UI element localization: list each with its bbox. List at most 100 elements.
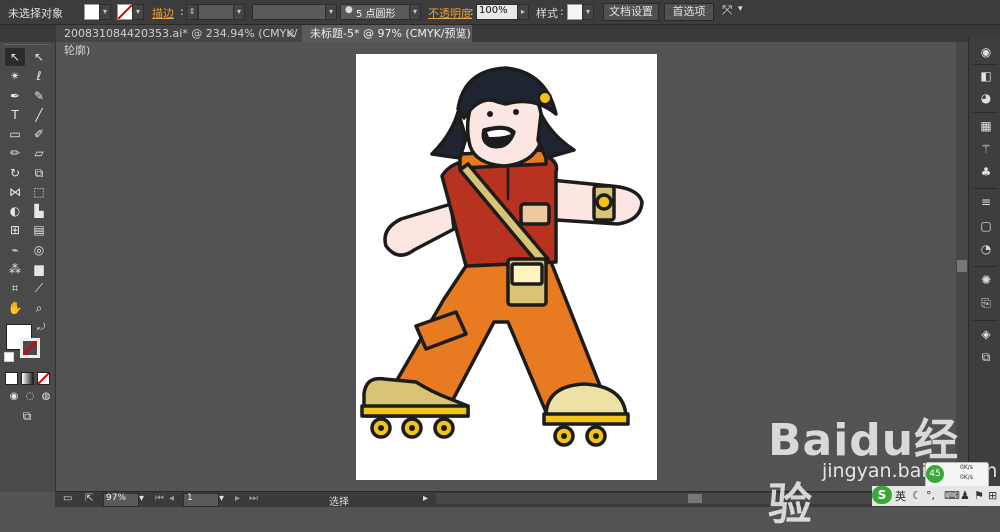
transform-icon[interactable]: ⤧: [722, 3, 732, 18]
fill-swatch[interactable]: [84, 4, 100, 20]
chevron-down-icon[interactable]: ▾: [409, 4, 421, 20]
brush-select[interactable]: ● 5 点圆形: [340, 4, 410, 20]
tab-document-1[interactable]: 2008310844203​53.ai* @ 234.94% (CMYK/轮廓)…: [56, 25, 302, 57]
opacity-field[interactable]: 100%: [476, 4, 518, 20]
graphic-styles-icon[interactable]: ✺: [978, 272, 994, 288]
perspective-grid-tool-icon[interactable]: ▙: [29, 202, 49, 220]
last-page-icon[interactable]: ⏭: [249, 493, 258, 504]
lasso-tool-icon[interactable]: ℓ: [29, 67, 49, 85]
doc-setup-button[interactable]: 文档设置: [603, 3, 659, 21]
chevron-down-icon[interactable]: ▾: [582, 4, 594, 20]
chevron-down-icon[interactable]: ▾: [99, 4, 111, 20]
character-illustration[interactable]: [356, 54, 657, 480]
gradient-tool-icon[interactable]: ▤: [29, 221, 49, 239]
symbols-icon[interactable]: ♣: [978, 164, 994, 180]
graph-tool-icon[interactable]: ▆: [29, 260, 49, 278]
page-field[interactable]: 1: [183, 493, 219, 507]
brushes-icon[interactable]: ⚚: [978, 141, 994, 157]
chevron-down-icon[interactable]: ▾: [325, 4, 337, 20]
opacity-label[interactable]: 不透明度: [428, 5, 472, 21]
shirt-icon[interactable]: ⚑: [974, 489, 984, 502]
artboard-tool-icon[interactable]: ⌗: [5, 279, 25, 297]
sogou-ime-icon[interactable]: S: [872, 486, 892, 504]
prev-page-icon[interactable]: ◂: [169, 493, 174, 504]
page-curl-icon[interactable]: ◧: [978, 68, 994, 84]
pen-tool-icon[interactable]: ✒: [5, 87, 25, 105]
symbol-sprayer-tool-icon[interactable]: ⁂: [5, 260, 25, 278]
vertical-scroll-thumb[interactable]: [957, 260, 967, 272]
horizontal-scroll-thumb[interactable]: [688, 494, 702, 503]
ime-language[interactable]: 英: [895, 488, 906, 504]
preferences-button[interactable]: 首选项: [664, 3, 714, 21]
stroke-panel-icon[interactable]: ≡: [978, 194, 994, 210]
tab-document-2[interactable]: 未标题-5* @ 97% (CMYK/预览) ×: [302, 25, 472, 42]
scale-tool-icon[interactable]: ⧉: [29, 164, 49, 182]
swap-colors-icon[interactable]: ⤾: [37, 322, 45, 333]
type-tool-icon[interactable]: T: [5, 106, 25, 124]
appearance-icon[interactable]: ◉: [978, 44, 994, 60]
line-tool-icon[interactable]: ╱: [29, 106, 49, 124]
left-arm: [383, 202, 456, 257]
screen-mode-icon[interactable]: ⧉: [17, 407, 37, 425]
none-slash-icon: [37, 372, 50, 385]
magic-wand-tool-icon[interactable]: ✴: [5, 67, 25, 85]
grid-icon[interactable]: ⊞: [988, 489, 997, 502]
layers-icon[interactable]: ◈: [978, 326, 994, 342]
gradient-panel-icon[interactable]: ▢: [978, 218, 994, 234]
free-transform-tool-icon[interactable]: ⬚: [29, 183, 49, 201]
asset-export-icon[interactable]: ⎘: [978, 295, 994, 311]
chevron-down-icon[interactable]: ▾: [233, 4, 245, 20]
rotate-tool-icon[interactable]: ↻: [5, 164, 25, 182]
stroke-color-icon[interactable]: [20, 338, 40, 358]
chevron-down-icon[interactable]: ▾: [132, 4, 144, 20]
selection-tool-icon[interactable]: ↖: [5, 48, 25, 66]
zoom-tool-icon[interactable]: ⌕: [29, 299, 49, 317]
style-swatch[interactable]: [567, 4, 583, 20]
close-icon[interactable]: ×: [457, 25, 466, 42]
punctuation-icon[interactable]: °,: [926, 489, 935, 502]
hand-tool-icon[interactable]: ✋: [5, 299, 25, 317]
rectangle-tool-icon[interactable]: ▭: [5, 125, 25, 143]
first-page-icon[interactable]: ⏮: [155, 493, 164, 504]
default-colors-icon[interactable]: [4, 352, 14, 362]
artboards-icon[interactable]: ⧉: [978, 349, 994, 365]
close-icon[interactable]: ×: [287, 25, 296, 42]
artboard-nav-icon[interactable]: ▭: [63, 493, 72, 504]
user-icon[interactable]: ♟: [960, 489, 970, 502]
paintbrush-tool-icon[interactable]: ✐: [29, 125, 49, 143]
direct-selection-tool-icon[interactable]: ↖: [29, 48, 49, 66]
stroke-swatch[interactable]: [117, 4, 133, 20]
zoom-field[interactable]: 97%: [103, 493, 139, 507]
variable-width-field[interactable]: [252, 4, 326, 20]
mesh-tool-icon[interactable]: ⊞: [5, 221, 25, 239]
export-icon[interactable]: ⇱: [85, 493, 93, 504]
artboard[interactable]: [356, 54, 657, 480]
transparency-icon[interactable]: ◔: [978, 241, 994, 257]
shape-builder-tool-icon[interactable]: ◐: [5, 202, 25, 220]
stepper-icon[interactable]: ⇕: [186, 4, 198, 20]
stroke-weight-field[interactable]: [198, 4, 234, 20]
none-mode-icon[interactable]: [37, 372, 50, 385]
keyboard-icon[interactable]: ⌨: [944, 489, 960, 502]
chevron-right-icon[interactable]: ▸: [423, 493, 428, 504]
chevron-down-icon[interactable]: ▾: [738, 4, 743, 14]
chevron-right-icon[interactable]: ▸: [517, 4, 529, 20]
color-guide-icon[interactable]: ◕: [978, 90, 994, 106]
blend-tool-icon[interactable]: ◎: [29, 241, 49, 259]
stroke-label[interactable]: 描边: [152, 5, 174, 21]
next-page-icon[interactable]: ▸: [235, 493, 240, 504]
width-tool-icon[interactable]: ⋈: [5, 183, 25, 201]
curvature-tool-icon[interactable]: ✎: [29, 87, 49, 105]
gradient-mode-icon[interactable]: [21, 372, 34, 385]
pencil-tool-icon[interactable]: ✏: [5, 144, 25, 162]
draw-inside-icon[interactable]: ◍: [36, 388, 56, 406]
color-mode-icon[interactable]: [5, 372, 18, 385]
chevron-down-icon[interactable]: ▾: [139, 493, 144, 504]
swatches-icon[interactable]: ▦: [978, 118, 994, 134]
panel-grip[interactable]: [4, 44, 50, 47]
moon-icon[interactable]: ☾: [912, 489, 922, 502]
chevron-down-icon[interactable]: ▾: [219, 493, 224, 504]
eyedropper-tool-icon[interactable]: ⌁: [5, 241, 25, 259]
eraser-tool-icon[interactable]: ▱: [29, 144, 49, 162]
slice-tool-icon[interactable]: ⟋: [29, 279, 49, 297]
